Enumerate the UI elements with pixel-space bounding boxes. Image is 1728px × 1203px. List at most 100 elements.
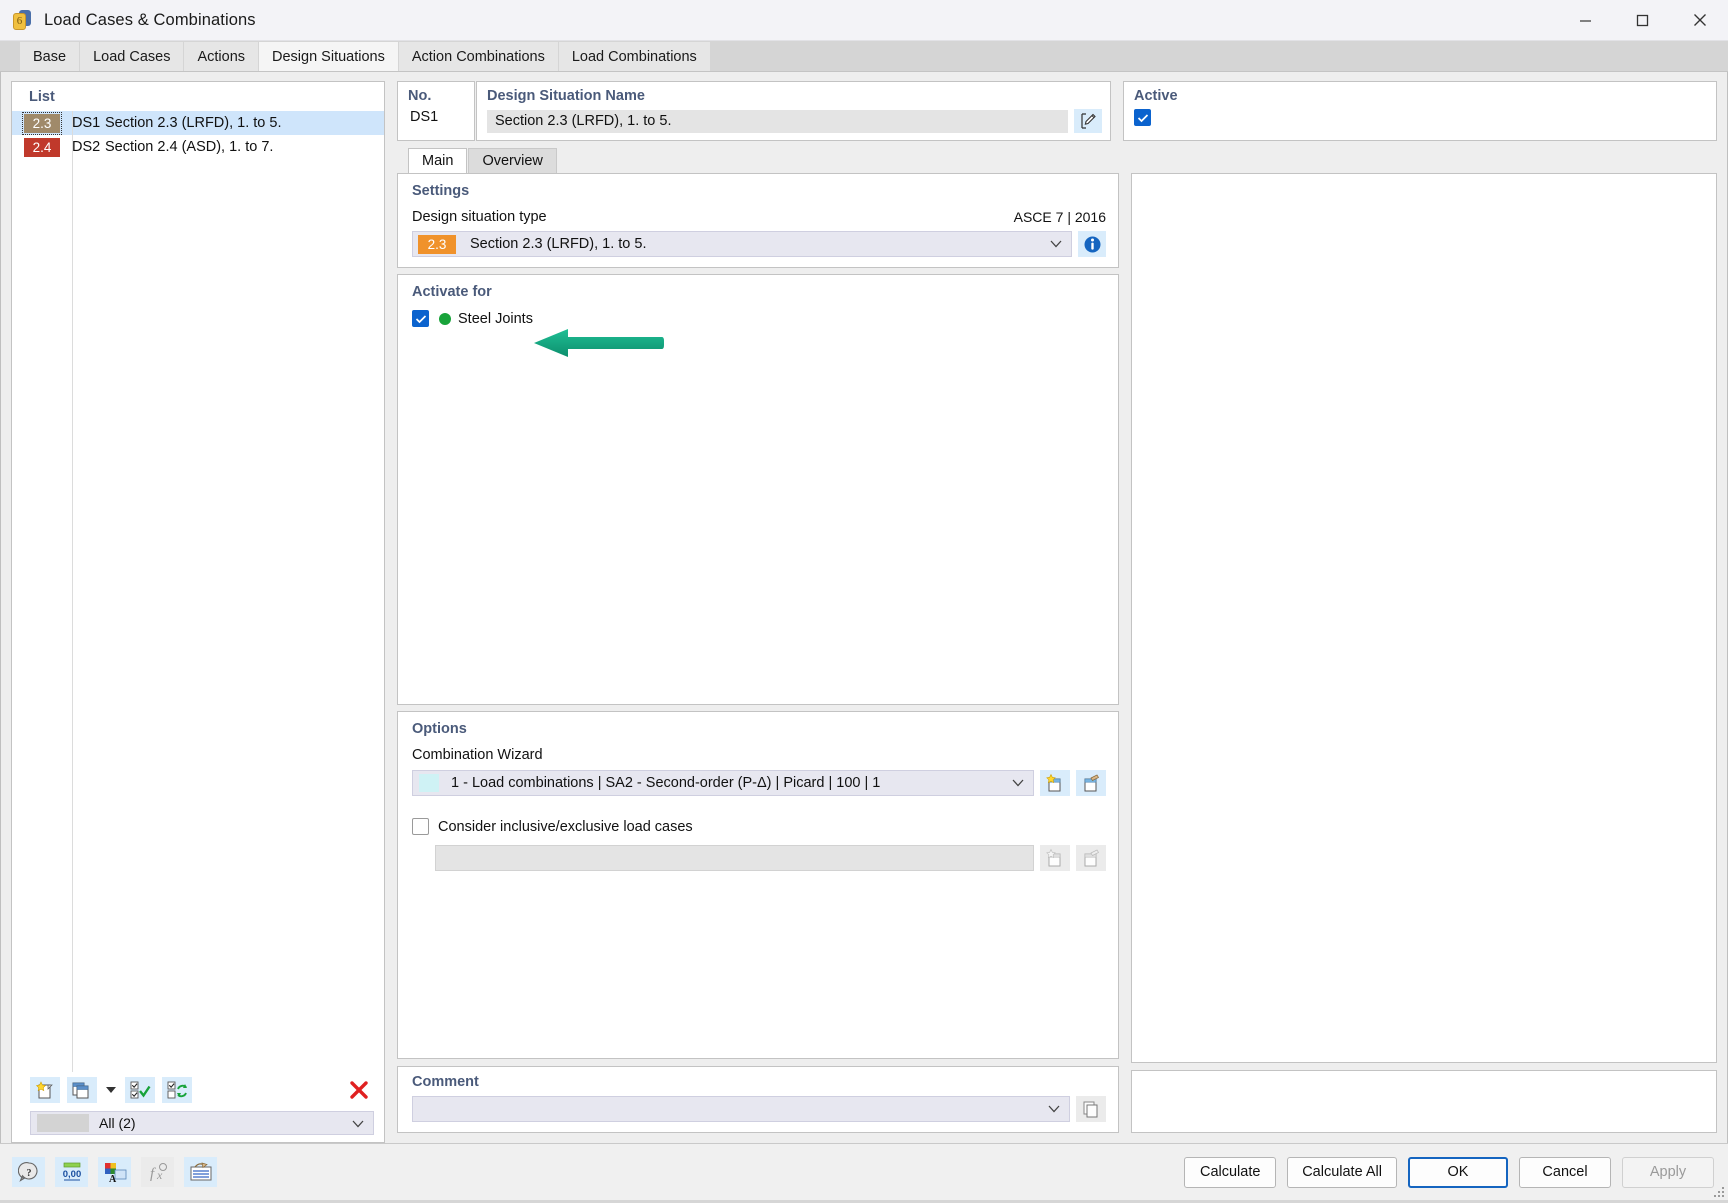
tab-load-combinations[interactable]: Load Combinations (558, 42, 710, 71)
activate-for-title: Activate for (412, 284, 492, 300)
design-situation-type-label: Design situation type (412, 209, 547, 225)
detail-area: No. DS1 Design Situation Name Section 2.… (397, 81, 1717, 1143)
close-icon[interactable] (1671, 0, 1728, 41)
list-box: List 2.3 DS1 Section 2.3 (LRFD), 1. to 5… (11, 81, 385, 1143)
filter-swatch (37, 1114, 89, 1132)
steel-joints-label: Steel Joints (458, 310, 533, 327)
preview-footer-panel (1131, 1070, 1717, 1133)
edit-wizard-icon[interactable] (1076, 770, 1106, 796)
comment-card: Comment (397, 1066, 1119, 1133)
detail-panels: Settings Design situation type ASCE 7 | … (397, 173, 1717, 1143)
tab-main[interactable]: Main (408, 148, 468, 173)
detail-tab-bar: Main Overview (397, 147, 1717, 173)
list-toolbar (12, 1072, 384, 1108)
minimize-icon[interactable] (1557, 0, 1614, 41)
wizard-swatch (419, 774, 439, 792)
dialog-buttons: Calculate Calculate All OK Cancel Apply (1173, 1156, 1714, 1188)
type-value: Section 2.3 (LRFD), 1. to 5. (470, 236, 647, 252)
load-case-icon: 6 (12, 9, 34, 31)
check-all-icon[interactable] (125, 1077, 155, 1103)
main-tab-bar: Base Load Cases Actions Design Situation… (0, 41, 1728, 72)
inclusive-exclusive-checkbox[interactable] (412, 818, 429, 835)
tab-actions[interactable]: Actions (184, 42, 259, 71)
chevron-down-icon (1050, 236, 1062, 252)
svg-text:f: f (150, 1166, 156, 1182)
design-situation-name-input[interactable]: Section 2.3 (LRFD), 1. to 5. (487, 109, 1068, 133)
filter-value: All (2) (99, 1115, 136, 1131)
info-icon[interactable] (1078, 231, 1106, 257)
combination-wizard-label: Combination Wizard (412, 747, 543, 763)
edit-item-icon[interactable] (1076, 845, 1106, 871)
list-item[interactable]: 2.3 DS1 Section 2.3 (LRFD), 1. to 5. (12, 111, 384, 135)
row-name: Section 2.4 (ASD), 1. to 7. (105, 139, 274, 155)
list-filter-row: All (2) (12, 1108, 384, 1142)
resize-grip[interactable] (1712, 1185, 1725, 1198)
invert-check-icon[interactable] (162, 1077, 192, 1103)
dialog-window: 6 Load Cases & Combinations Base Load Ca… (0, 0, 1728, 1200)
new-item-icon[interactable] (1040, 845, 1070, 871)
active-label: Active (1134, 88, 1178, 104)
detail-left-column: Settings Design situation type ASCE 7 | … (397, 173, 1119, 1133)
new-wizard-icon[interactable] (1040, 770, 1070, 796)
settings-card: Settings Design situation type ASCE 7 | … (397, 173, 1119, 268)
red-x-icon[interactable] (344, 1077, 374, 1103)
inclusive-exclusive-label: Consider inclusive/exclusive load cases (438, 818, 693, 835)
title-bar: 6 Load Cases & Combinations (0, 0, 1728, 41)
tab-base[interactable]: Base (20, 42, 80, 71)
type-badge: 2.3 (418, 234, 456, 254)
list-panel: List 2.3 DS1 Section 2.3 (LRFD), 1. to 5… (11, 81, 385, 1143)
units-icon[interactable]: 0,00 (55, 1157, 88, 1187)
table-settings-icon[interactable] (184, 1157, 217, 1187)
combination-wizard-select[interactable]: 1 - Load combinations | SA2 - Second-ord… (412, 770, 1034, 796)
name-field-box: Design Situation Name Section 2.3 (LRFD)… (476, 81, 1111, 141)
maximize-icon[interactable] (1614, 0, 1671, 41)
colors-icon[interactable]: A (98, 1157, 131, 1187)
edit-pencil-icon[interactable] (1074, 109, 1102, 133)
tab-load-cases[interactable]: Load Cases (80, 42, 184, 71)
inclusive-exclusive-input[interactable] (435, 845, 1034, 871)
no-value: DS1 (410, 109, 439, 125)
ok-button[interactable]: OK (1408, 1156, 1508, 1188)
tab-design-situations[interactable]: Design Situations (259, 42, 398, 71)
design-situation-type-select[interactable]: 2.3 Section 2.3 (LRFD), 1. to 5. (412, 231, 1072, 257)
no-field-box: No. DS1 (397, 81, 475, 141)
svg-text:0,00: 0,00 (62, 1169, 81, 1180)
copy-comment-icon[interactable] (1076, 1096, 1106, 1122)
calculate-button[interactable]: Calculate (1184, 1156, 1277, 1188)
tab-action-combinations[interactable]: Action Combinations (398, 42, 558, 71)
no-label: No. (408, 88, 432, 104)
help-icon[interactable]: ? (12, 1157, 45, 1187)
list-item[interactable]: 2.4 DS2 Section 2.4 (ASD), 1. to 7. (12, 135, 384, 159)
new-page-icon[interactable] (30, 1077, 60, 1103)
dialog-body: List 2.3 DS1 Section 2.3 (LRFD), 1. to 5… (0, 72, 1728, 1143)
copy-pages-icon[interactable] (67, 1077, 97, 1103)
settings-title: Settings (412, 183, 470, 199)
chevron-down-icon (1048, 1101, 1060, 1117)
formula-icon: f x (141, 1157, 174, 1187)
wizard-value: 1 - Load combinations | SA2 - Second-ord… (451, 775, 881, 791)
window-title: Load Cases & Combinations (44, 10, 256, 29)
cancel-button[interactable]: Cancel (1519, 1156, 1611, 1188)
list-filter-select[interactable]: All (2) (30, 1111, 374, 1135)
header-fields: No. DS1 Design Situation Name Section 2.… (397, 81, 1717, 141)
status-dot-icon (439, 312, 451, 325)
chevron-down-icon (1012, 775, 1024, 791)
row-name: Section 2.3 (LRFD), 1. to 5. (105, 115, 282, 131)
activate-for-card: Activate for Steel Joints (397, 274, 1119, 705)
list-rows: 2.3 DS1 Section 2.3 (LRFD), 1. to 5. 2.4… (12, 111, 384, 1072)
comment-input[interactable] (412, 1096, 1070, 1122)
detail-right-column (1131, 173, 1717, 1133)
active-checkbox[interactable] (1134, 109, 1151, 126)
apply-button: Apply (1622, 1156, 1714, 1188)
active-field-box: Active (1123, 81, 1717, 141)
calculate-all-button[interactable]: Calculate All (1287, 1156, 1397, 1188)
steel-joints-checkbox[interactable] (412, 310, 429, 327)
preview-panel (1131, 173, 1717, 1063)
tab-overview[interactable]: Overview (468, 148, 557, 173)
window-controls (1557, 0, 1728, 41)
options-title: Options (412, 721, 467, 737)
comment-title: Comment (412, 1074, 479, 1090)
svg-text:?: ? (26, 1168, 31, 1179)
chevron-down-icon[interactable] (104, 1077, 118, 1103)
row-badge: 2.3 (22, 111, 62, 135)
